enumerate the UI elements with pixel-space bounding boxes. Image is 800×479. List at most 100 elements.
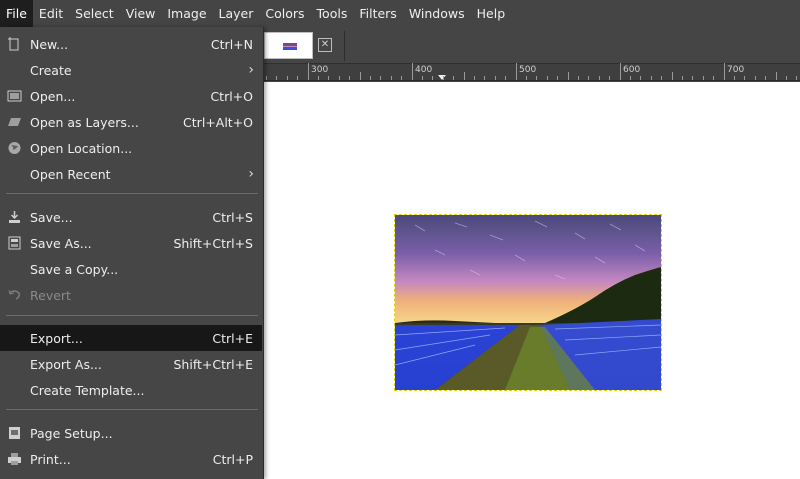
ruler-minor-tick [713,76,714,80]
menu-item-open-location[interactable]: Open Location... [0,135,262,161]
ruler-label: 400 [415,65,433,75]
shortcut-label: Ctrl+P [212,451,253,467]
ruler-minor-tick [609,76,610,80]
menu-windows[interactable]: Windows [403,0,471,27]
ruler-pointer-marker [438,75,446,80]
ruler-label: 500 [519,65,537,75]
menu-layer[interactable]: Layer [213,0,260,27]
ruler-minor-tick [620,72,621,80]
landscape-photo [395,215,661,390]
ruler-minor-tick [370,76,371,80]
layers-icon [8,118,21,126]
ruler-minor-tick [443,76,444,80]
horizontal-ruler: 300 400 500 600 700 [264,63,800,81]
new-document-icon [8,37,19,51]
menu-tools[interactable]: Tools [311,0,354,27]
menu-item-create-template[interactable]: Create Template... [0,377,262,403]
menu-view[interactable]: View [120,0,162,27]
menu-item-page-setup[interactable]: Page Setup... [0,420,262,446]
image-tab-thumbnail[interactable] [264,32,313,59]
menu-item-export[interactable]: Export... Ctrl+E [0,325,262,351]
printer-icon [8,453,21,465]
night-landscape-image[interactable] [394,214,662,391]
menu-item-open-recent[interactable]: Open Recent › [0,161,262,187]
menu-item-save[interactable]: Save... Ctrl+S [0,204,262,230]
menu-help[interactable]: Help [471,0,512,27]
page-setup-icon [9,427,20,439]
ruler-minor-tick [692,76,693,80]
ruler-minor-tick [287,76,288,80]
menu-item-label: Open... [30,88,76,104]
menu-item-open[interactable]: Open... Ctrl+O [0,83,262,109]
submenu-arrow-icon: › [248,62,254,78]
ruler-minor-tick [349,76,350,80]
ruler-minor-tick [682,76,683,80]
menu-item-label: Save a Copy... [30,261,119,277]
menu-item-label: New... [30,36,69,52]
menu-edit[interactable]: Edit [33,0,69,27]
menu-filters[interactable]: Filters [353,0,402,27]
submenu-arrow-icon: › [248,166,254,182]
thumbnail-preview [283,43,297,50]
menu-item-revert: Revert [0,282,262,308]
ruler-minor-tick [703,76,704,80]
menu-image[interactable]: Image [161,0,212,27]
menu-item-label: Export As... [30,356,102,372]
menu-item-label: Create Template... [30,382,145,398]
ruler-minor-tick [380,76,381,80]
ruler-minor-tick [599,76,600,80]
ruler-minor-tick [765,76,766,80]
menu-item-label: Page Setup... [30,425,113,441]
ruler-minor-tick [588,76,589,80]
tab-divider [344,31,345,61]
ruler-minor-tick [505,76,506,80]
ruler-minor-tick [776,72,777,80]
menu-item-label: Save As... [30,235,92,251]
ruler-minor-tick [744,76,745,80]
ruler-minor-tick [297,76,298,80]
save-icon [9,211,20,223]
menu-item-open-as-layers[interactable]: Open as Layers... Ctrl+Alt+O [0,109,262,135]
ruler-minor-tick [526,76,527,80]
menu-separator [6,315,258,316]
menu-item-new[interactable]: New... Ctrl+N [0,31,262,57]
globe-icon [8,142,21,154]
ruler-minor-tick [391,76,392,80]
ruler-minor-tick [495,76,496,80]
ruler-minor-tick [786,76,787,80]
menu-colors[interactable]: Colors [259,0,310,27]
ruler-minor-tick [640,76,641,80]
menu-separator [6,193,258,194]
ruler-label: 300 [311,65,329,75]
menu-item-label: Create [30,62,72,78]
menu-file[interactable]: File [0,0,33,27]
shortcut-label: Ctrl+E [212,330,253,346]
ruler-minor-tick [401,76,402,80]
shortcut-label: Shift+Ctrl+S [173,235,253,251]
file-menu: New... Ctrl+N Create › Open... Ctrl+O Op… [0,27,264,479]
ruler-minor-tick [308,72,309,80]
ruler-minor-tick [734,76,735,80]
ruler-minor-tick [464,72,465,80]
menu-item-save-a-copy[interactable]: Save a Copy... [0,256,262,282]
ruler-minor-tick [672,72,673,80]
menu-item-export-as[interactable]: Export As... Shift+Ctrl+E [0,351,262,377]
revert-icon [8,289,20,300]
ruler-label: 600 [623,65,641,75]
menu-select[interactable]: Select [69,0,120,27]
menu-item-print[interactable]: Print... Ctrl+P [0,446,262,472]
ruler-minor-tick [536,76,537,80]
ruler-minor-tick [266,76,267,80]
shortcut-label: Ctrl+N [210,36,253,52]
ruler-minor-tick [516,72,517,80]
menu-item-save-as[interactable]: Save As... Shift+Ctrl+S [0,230,262,256]
ruler-minor-tick [547,76,548,80]
ruler-minor-tick [724,72,725,80]
ruler-minor-tick [796,76,797,80]
ruler-minor-tick [651,76,652,80]
shortcut-label: Ctrl+Alt+O [183,114,253,130]
close-box-icon[interactable]: ✕ [318,38,332,52]
menu-item-create[interactable]: Create › [0,57,262,83]
ruler-minor-tick [339,76,340,80]
ruler-minor-tick [661,76,662,80]
